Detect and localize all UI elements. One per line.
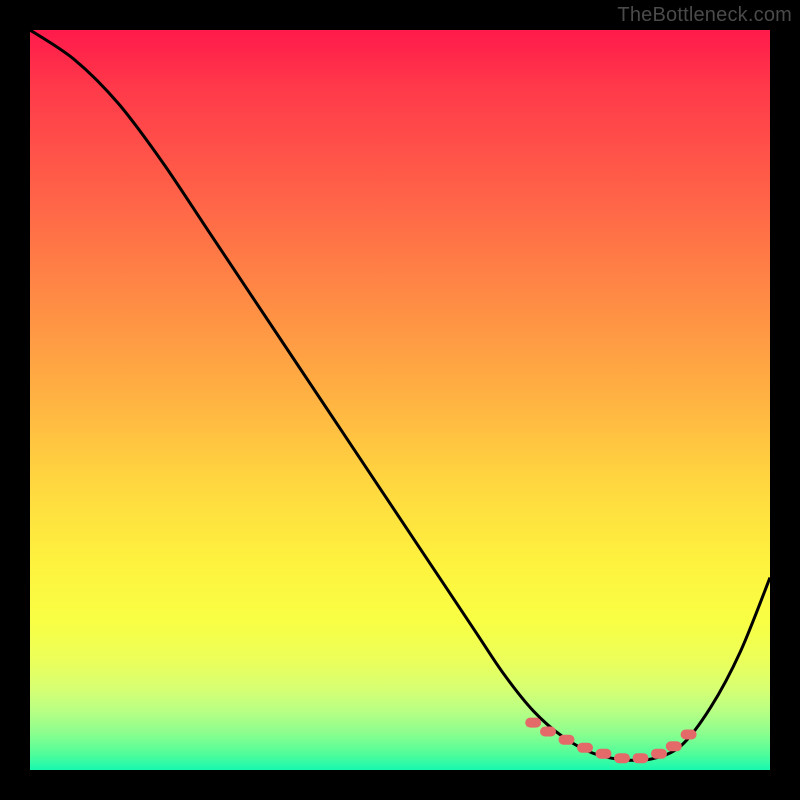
optimal-marker xyxy=(681,730,697,740)
plot-area xyxy=(30,30,770,770)
optimal-marker xyxy=(596,749,612,759)
optimal-marker xyxy=(633,753,649,763)
optimal-marker xyxy=(540,727,556,737)
curve-svg xyxy=(30,30,770,770)
optimal-markers xyxy=(525,718,696,764)
watermark-text: TheBottleneck.com xyxy=(617,4,792,27)
optimal-marker xyxy=(577,743,593,753)
chart-stage: TheBottleneck.com xyxy=(0,0,800,800)
optimal-marker xyxy=(614,753,630,763)
optimal-marker xyxy=(651,749,667,759)
optimal-marker xyxy=(559,735,575,745)
optimal-marker xyxy=(666,741,682,751)
optimal-marker xyxy=(525,718,541,728)
bottleneck-curve xyxy=(30,30,770,760)
